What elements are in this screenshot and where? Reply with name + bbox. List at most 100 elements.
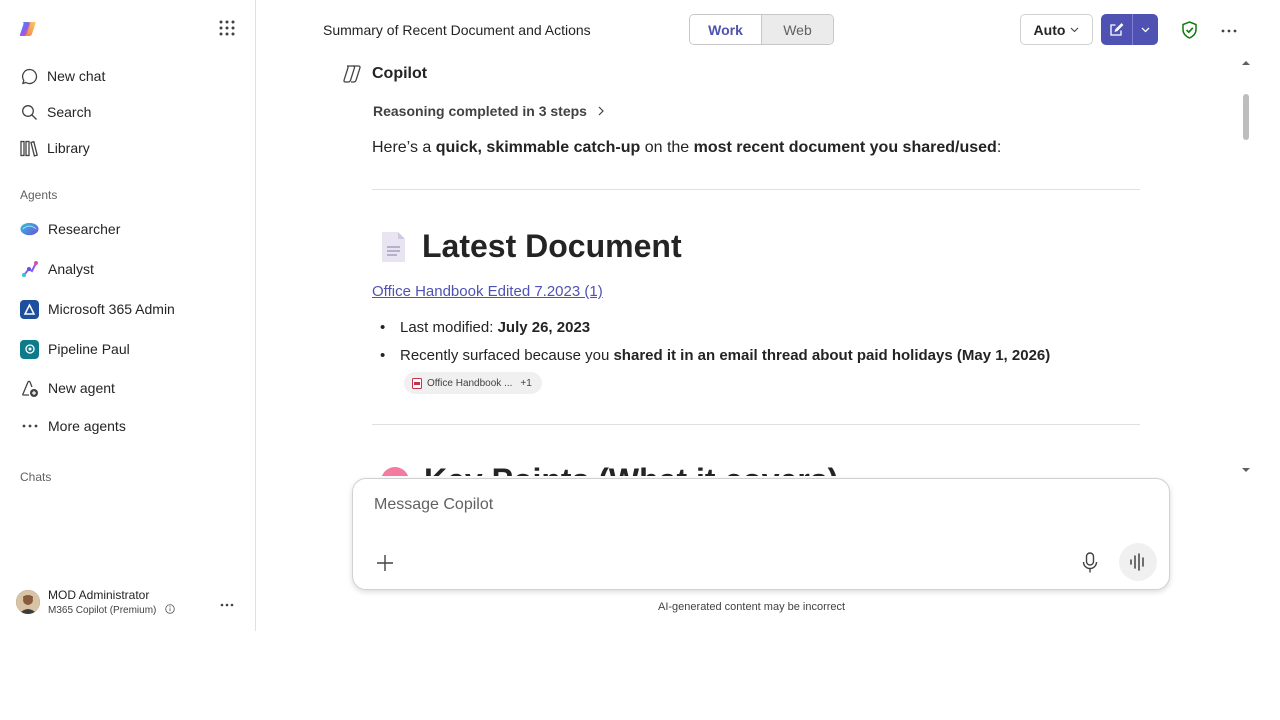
more-icon (20, 417, 39, 436)
compose-options-button[interactable] (1133, 14, 1158, 45)
agent-pipeline-paul[interactable]: Pipeline Paul (20, 337, 130, 361)
reasoning-label: Reasoning completed in 3 steps (373, 103, 587, 119)
microphone-icon (1082, 552, 1098, 573)
model-label: Auto (1033, 21, 1066, 38)
more-icon (1221, 29, 1237, 33)
agents-section-label: Agents (20, 188, 58, 202)
divider (372, 424, 1140, 425)
intro-part: : (996, 139, 1002, 156)
analyst-icon (20, 260, 39, 279)
model-selector[interactable]: Auto (1020, 14, 1093, 45)
agent-label: Analyst (48, 261, 94, 277)
section-heading-row: Key Points (What it covers) (380, 462, 838, 476)
avatar (16, 590, 40, 614)
agent-analyst[interactable]: Analyst (20, 257, 94, 281)
pipeline-paul-icon (20, 339, 39, 359)
intro-bold: quick, skimmable catch-up (435, 139, 641, 156)
new-conversation-button[interactable] (1101, 14, 1158, 45)
mode-toggle[interactable]: Work Web (689, 14, 834, 45)
conversation-title: Summary of Recent Document and Actions (323, 22, 591, 38)
dictate-button[interactable] (1082, 552, 1098, 579)
citation-chip[interactable]: Office Handbook ... +1 (404, 372, 542, 394)
pin-emoji-icon (381, 466, 409, 476)
chevron-down-icon (1071, 27, 1079, 32)
new-agent-button[interactable]: New agent (20, 376, 115, 400)
list-item-bold: July 26, 2023 (497, 319, 591, 336)
message-sender: Copilot (342, 63, 427, 85)
protected-shield-icon[interactable] (1181, 21, 1198, 44)
profile-more-button[interactable] (220, 594, 234, 610)
search-icon (20, 103, 38, 121)
researcher-icon (20, 220, 39, 239)
intro-bold: most recent document you shared/used (693, 139, 997, 156)
nav-label: New chat (47, 68, 106, 84)
voice-mode-button[interactable] (1119, 543, 1157, 581)
add-attachment-button[interactable] (375, 553, 395, 578)
chat-content: Copilot Reasoning completed in 3 steps H… (256, 58, 1240, 476)
agent-label: More agents (48, 418, 126, 434)
library-icon (20, 139, 38, 157)
chats-section-label: Chats (20, 470, 52, 484)
list-item-bold: shared it in an email thread about paid … (613, 347, 1051, 364)
citation-label: Office Handbook ... (427, 377, 513, 389)
message-composer (352, 478, 1170, 590)
copilot-icon (343, 65, 361, 83)
profile-plan: M365 Copilot (Premium) (48, 605, 157, 616)
scroll-down-icon[interactable] (1241, 467, 1251, 473)
scroll-up-icon[interactable] (1241, 60, 1251, 66)
agent-label: Microsoft 365 Admin (48, 301, 175, 317)
divider (372, 189, 1140, 190)
agent-label: Pipeline Paul (48, 341, 130, 357)
search-button[interactable]: Search (20, 100, 91, 124)
tab-web[interactable]: Web (761, 15, 833, 44)
section-heading-row: Latest Document (380, 228, 682, 265)
scrollbar-thumb[interactable] (1243, 94, 1249, 140)
sender-name: Copilot (372, 65, 428, 82)
profile-section[interactable]: MOD Administrator M365 Copilot (Premium) (16, 588, 246, 618)
sidebar: New chat Search Library Agents Researche… (0, 0, 256, 631)
list-item: Recently surfaced because you shared it … (380, 347, 1051, 364)
copilot-logo-icon[interactable] (18, 19, 38, 39)
plus-icon (377, 555, 393, 571)
list-item-text: Recently surfaced because you (400, 347, 614, 364)
chevron-right-icon (598, 106, 604, 116)
new-chat-button[interactable]: New chat (20, 64, 105, 88)
agent-researcher[interactable]: Researcher (20, 217, 120, 241)
compose-button[interactable] (1101, 14, 1133, 45)
nav-label: Search (47, 104, 92, 120)
info-icon (165, 604, 175, 614)
intro-text: Here’s a quick, skimmable catch-up on th… (372, 139, 1001, 157)
document-emoji-icon (382, 231, 405, 262)
intro-part: on the (640, 139, 694, 156)
app-launcher-icon[interactable] (218, 19, 236, 37)
agent-label: Researcher (48, 221, 121, 237)
message-input[interactable] (372, 495, 1072, 515)
voice-waveform-icon (1130, 553, 1144, 571)
list-item-text: Last modified: (400, 319, 498, 336)
more-agents-button[interactable]: More agents (20, 414, 126, 438)
citation-count: +1 (520, 377, 532, 389)
intro-part: Here’s a (372, 139, 436, 156)
section-heading: Key Points (What it covers) (424, 462, 838, 476)
m365-admin-icon (20, 299, 39, 319)
new-agent-icon (20, 379, 39, 398)
document-link[interactable]: Office Handbook Edited 7.2023 (1) (372, 283, 603, 300)
tab-work[interactable]: Work (690, 15, 761, 44)
profile-subtitle: M365 Copilot (Premium) (48, 604, 175, 616)
compose-icon (1110, 23, 1124, 36)
list-item: Last modified: July 26, 2023 (380, 319, 591, 336)
more-icon (220, 603, 234, 607)
library-button[interactable]: Library (20, 136, 90, 160)
pdf-file-icon (412, 377, 422, 389)
chevron-down-icon (1141, 27, 1150, 32)
agent-label: New agent (48, 380, 115, 396)
ai-disclaimer: AI-generated content may be incorrect (658, 601, 846, 613)
reasoning-expander[interactable]: Reasoning completed in 3 steps (373, 103, 604, 119)
scrollbar[interactable] (1241, 60, 1251, 474)
agent-m365-admin[interactable]: Microsoft 365 Admin (20, 297, 175, 321)
section-heading: Latest Document (422, 228, 682, 264)
profile-name: MOD Administrator (48, 588, 150, 602)
nav-label: Library (47, 140, 90, 156)
more-options-button[interactable] (1221, 20, 1237, 36)
chat-icon (20, 67, 38, 85)
